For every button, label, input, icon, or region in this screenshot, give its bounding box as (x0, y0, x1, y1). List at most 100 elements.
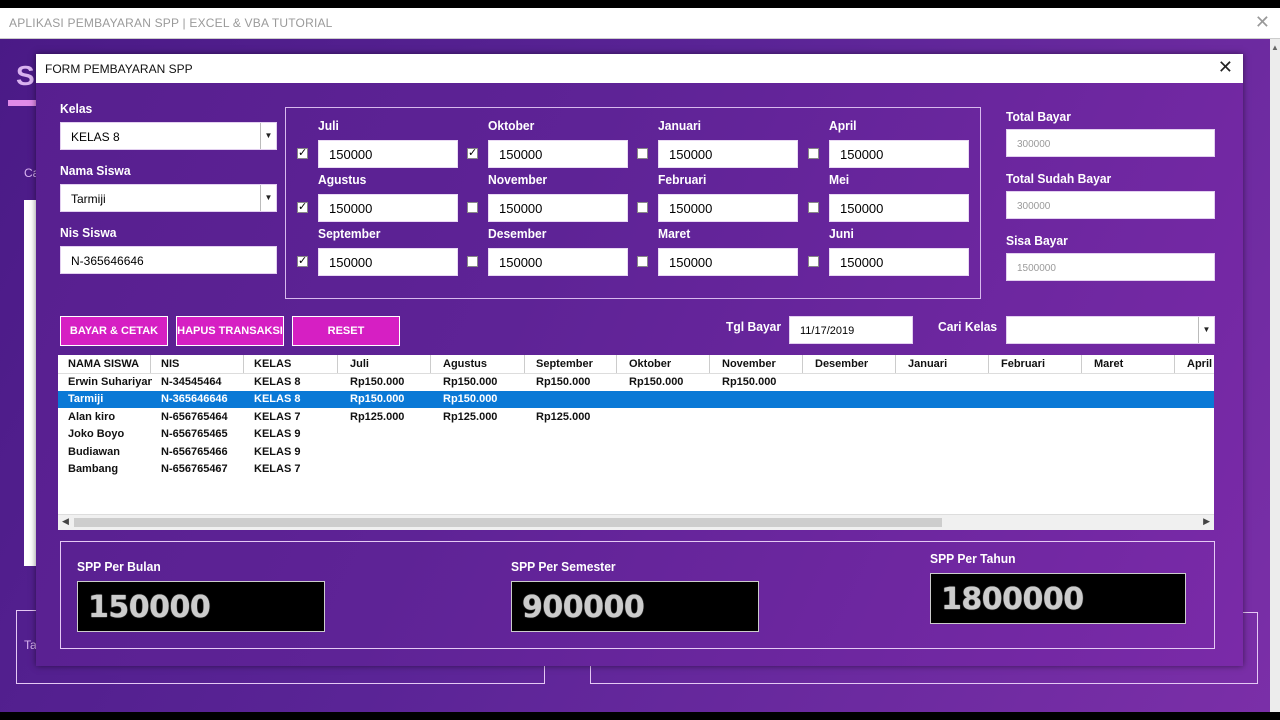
column-divider[interactable] (802, 355, 803, 373)
table-row[interactable]: Joko Boyo N-656765465 KELAS 9 (58, 426, 1214, 443)
scroll-left-icon[interactable]: ◀ (62, 516, 69, 527)
column-divider[interactable] (709, 355, 710, 373)
month-label-maret: Maret (658, 226, 691, 241)
form-title: FORM PEMBAYARAN SPP (45, 62, 193, 76)
nis-siswa-field[interactable]: N-365646646 (60, 246, 277, 274)
month-field-agustus[interactable]: 150000 (318, 194, 458, 222)
column-header[interactable]: Desember (815, 358, 868, 370)
table-row[interactable]: Tarmiji N-365646646 KELAS 8 Rp150.000 Rp150.… (58, 391, 1214, 409)
column-divider[interactable] (895, 355, 896, 373)
month-field-juli[interactable]: 150000 (318, 140, 458, 168)
month-checkbox-juni[interactable] (808, 256, 819, 267)
sisa-bayar-field[interactable]: 1500000 (1006, 253, 1215, 281)
month-checkbox-desember[interactable] (467, 256, 478, 267)
table-cell: KELAS 7 (254, 463, 301, 475)
column-divider[interactable] (1174, 355, 1175, 373)
table-cell: Rp150.000 (722, 376, 777, 388)
column-header[interactable]: NIS (161, 358, 179, 370)
month-field-februari[interactable]: 150000 (658, 194, 798, 222)
column-header[interactable]: September (536, 358, 593, 370)
table-cell: Rp150.000 (443, 376, 498, 388)
month-field-januari[interactable]: 150000 (658, 140, 798, 168)
nama-siswa-combobox[interactable]: Tarmiji ▼ (60, 184, 277, 212)
column-header[interactable]: Juli (350, 358, 369, 370)
column-header[interactable]: Oktober (629, 358, 671, 370)
app-title: APLIKASI PEMBAYARAN SPP | EXCEL & VBA TU… (9, 16, 333, 30)
column-header[interactable]: April (1187, 358, 1212, 370)
month-checkbox-april[interactable] (808, 148, 819, 159)
month-field-oktober[interactable]: 150000 (488, 140, 628, 168)
column-header[interactable]: Januari (908, 358, 947, 370)
kelas-value: KELAS 8 (71, 130, 120, 144)
chevron-down-icon[interactable]: ▼ (260, 123, 276, 149)
table-cell: N-656765467 (161, 463, 228, 475)
column-header[interactable]: NAMA SISWA (68, 358, 139, 370)
column-divider[interactable] (150, 355, 151, 373)
month-field-april[interactable]: 150000 (829, 140, 969, 168)
month-label-agustus: Agustus (318, 172, 367, 187)
month-field-maret[interactable]: 150000 (658, 248, 798, 276)
total-bayar-field[interactable]: 300000 (1006, 129, 1215, 157)
column-divider[interactable] (616, 355, 617, 373)
month-checkbox-juli[interactable]: ✓ (297, 148, 308, 159)
month-checkbox-mei[interactable] (808, 202, 819, 213)
month-checkbox-oktober[interactable]: ✓ (467, 148, 478, 159)
scrollbar-thumb[interactable] (74, 518, 942, 527)
month-label-september: September (318, 226, 381, 241)
chevron-down-icon[interactable]: ▼ (1198, 317, 1214, 343)
kelas-label: Kelas (60, 101, 93, 116)
bayar-cetak-button[interactable]: BAYAR & CETAK (60, 316, 168, 346)
month-field-desember[interactable]: 150000 (488, 248, 628, 276)
form-close-icon[interactable]: ✕ (1218, 57, 1233, 78)
table-row[interactable]: Budiawan N-656765466 KELAS 9 (58, 444, 1214, 461)
month-field-september[interactable]: 150000 (318, 248, 458, 276)
column-divider[interactable] (1081, 355, 1082, 373)
table-row[interactable]: Alan kiro N-656765464 KELAS 7 Rp125.000 Rp12… (58, 409, 1214, 426)
month-field-juni[interactable]: 150000 (829, 248, 969, 276)
table-row[interactable]: Erwin Suhariyanto N-34545464 KELAS 8 Rp150.… (58, 374, 1214, 391)
tgl-bayar-field[interactable]: 11/17/2019 (789, 316, 913, 344)
table-cell: Alan kiro (68, 410, 116, 423)
month-checkbox-februari[interactable] (637, 202, 648, 213)
payment-listview[interactable]: NAMA SISWA NIS KELAS Juli Agustus September Ok… (58, 355, 1214, 530)
spp-per-semester-label: SPP Per Semester (511, 559, 616, 574)
month-checkbox-maret[interactable] (637, 256, 648, 267)
column-header[interactable]: Agustus (443, 358, 487, 370)
month-checkbox-september[interactable]: ✓ (297, 256, 308, 267)
column-divider[interactable] (243, 355, 244, 373)
app-scrollbar[interactable]: ▲ (1270, 39, 1280, 712)
column-header[interactable]: Februari (1001, 358, 1045, 370)
column-divider[interactable] (337, 355, 338, 373)
month-field-november[interactable]: 150000 (488, 194, 628, 222)
column-divider[interactable] (524, 355, 525, 373)
month-checkbox-januari[interactable] (637, 148, 648, 159)
hapus-transaksi-button[interactable]: HAPUS TRANSAKSI (176, 316, 284, 346)
reset-button[interactable]: RESET (292, 316, 400, 346)
table-cell: Rp125.000 (536, 410, 591, 423)
month-label-oktober: Oktober (488, 118, 535, 133)
form-titlebar: FORM PEMBAYARAN SPP ✕ (36, 54, 1243, 83)
tgl-bayar-label: Tgl Bayar (726, 319, 782, 334)
month-checkbox-november[interactable] (467, 202, 478, 213)
column-header[interactable]: Maret (1094, 358, 1123, 370)
column-divider[interactable] (430, 355, 431, 373)
total-sudah-bayar-field[interactable]: 300000 (1006, 191, 1215, 219)
payment-form: FORM PEMBAYARAN SPP ✕ Kelas KELAS 8 ▼ Na… (36, 54, 1243, 666)
scroll-right-icon[interactable]: ▶ (1203, 516, 1210, 527)
chevron-down-icon[interactable]: ▼ (260, 185, 276, 211)
month-checkbox-agustus[interactable]: ✓ (297, 202, 308, 213)
table-row[interactable]: Bambang N-656765467 KELAS 7 (58, 461, 1214, 478)
month-label-juni: Juni (829, 226, 854, 241)
table-cell: Budiawan (68, 445, 120, 458)
cari-kelas-combobox[interactable]: ▼ (1006, 316, 1215, 344)
column-header[interactable]: KELAS (254, 358, 291, 370)
table-cell: Bambang (68, 463, 119, 475)
column-header[interactable]: November (722, 358, 776, 370)
month-field-mei[interactable]: 150000 (829, 194, 969, 222)
column-divider[interactable] (988, 355, 989, 373)
app-close-icon[interactable]: ✕ (1255, 12, 1270, 33)
scroll-up-icon[interactable]: ▲ (1271, 43, 1279, 52)
spp-per-bulan-display: 150000 (77, 581, 325, 632)
horizontal-scrollbar[interactable]: ◀ ▶ (58, 514, 1214, 530)
kelas-combobox[interactable]: KELAS 8 ▼ (60, 122, 277, 150)
